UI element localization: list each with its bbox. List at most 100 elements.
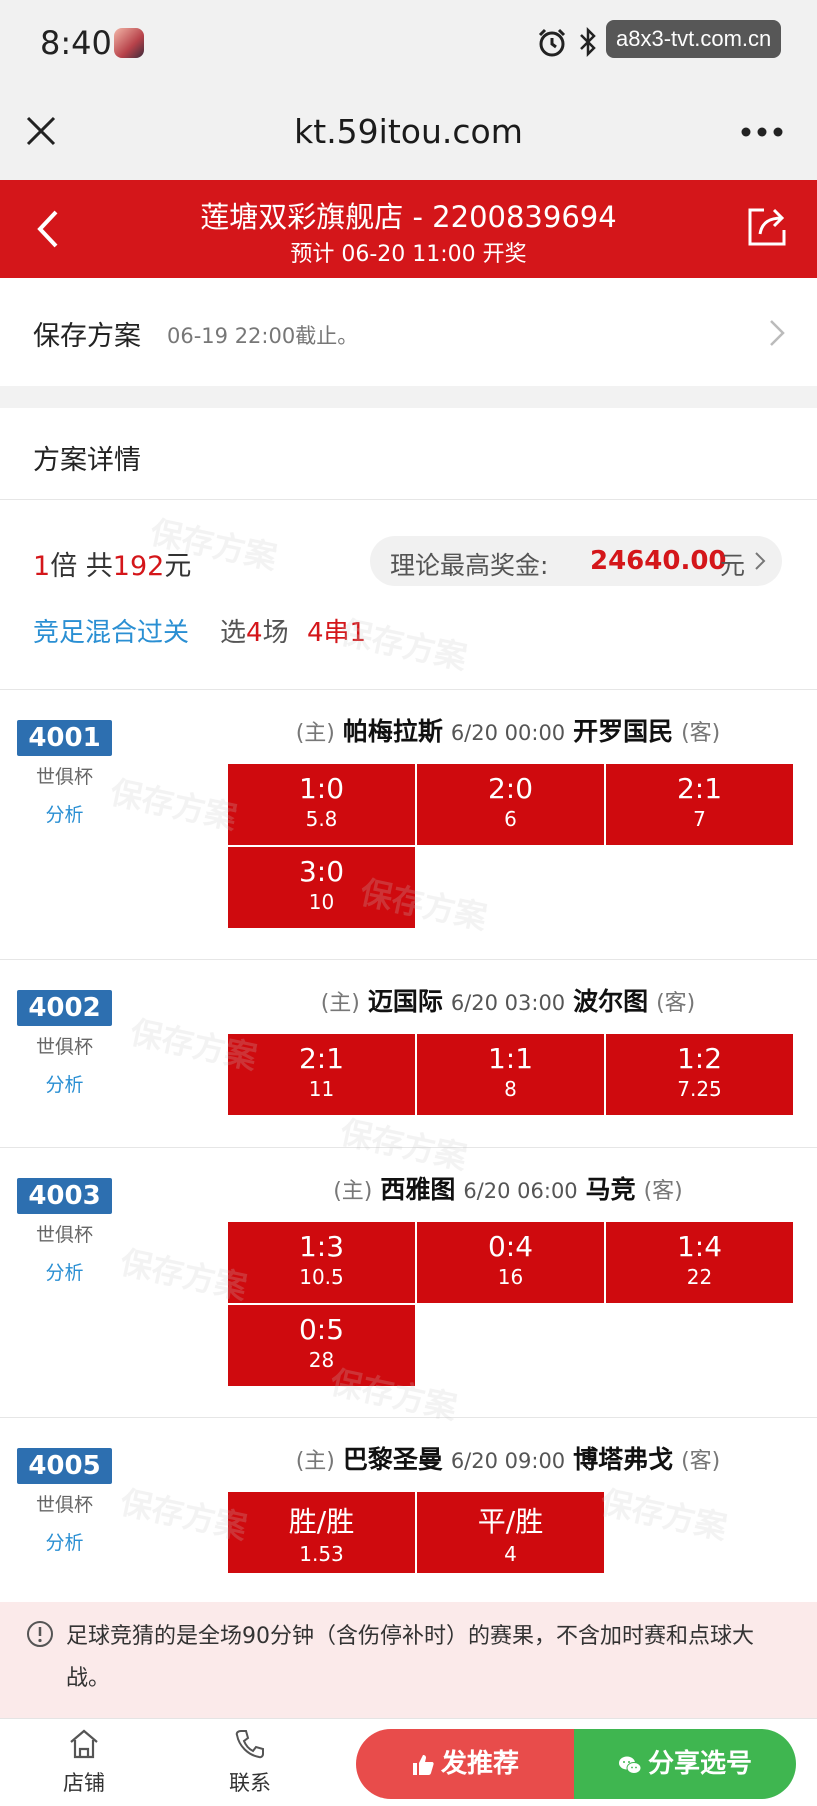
share-icon[interactable]: [744, 204, 790, 250]
home-team: 帕梅拉斯: [342, 717, 443, 746]
odds-result: 1:2: [676, 1042, 723, 1075]
match-card: 4005 世俱杯 分析 (主) 巴黎圣曼 6/20 09:00 博塔弗戈 (客)…: [0, 1418, 817, 1602]
away-team: 开罗国民: [573, 717, 674, 746]
page-title: 莲塘双彩旗舰店 - 2200839694: [200, 200, 617, 234]
kickoff-time: 6/20 06:00: [463, 1179, 578, 1203]
odds-cell[interactable]: 1:0 5.8: [228, 764, 415, 845]
odds-result: 1:4: [676, 1230, 723, 1263]
league-name: 世俱杯: [35, 766, 93, 788]
analysis-link[interactable]: 分析: [17, 1528, 112, 1555]
odds-value: 5.8: [305, 807, 338, 831]
away-team: 波尔图: [573, 987, 649, 1016]
total-amount: 192: [112, 551, 165, 582]
nav-store[interactable]: 店铺: [44, 1727, 124, 1797]
multiplier-total: 1倍 共192元: [33, 544, 191, 583]
match-teams: (主) 帕梅拉斯 6/20 00:00 开罗国民 (客): [228, 712, 788, 748]
match-number: 4005: [17, 1448, 112, 1484]
max-prize-pill[interactable]: 理论最高奖金: 24640.00 元: [370, 536, 782, 586]
odds-value: 4: [504, 1542, 517, 1566]
odds-cell[interactable]: 平/胜 4: [417, 1492, 604, 1573]
store-icon: [70, 1729, 98, 1759]
wechat-icon: [618, 1756, 642, 1774]
odds-cell[interactable]: 胜/胜 1.53: [228, 1492, 415, 1573]
league-name: 世俱杯: [35, 1036, 93, 1058]
home-team: 巴黎圣曼: [342, 1445, 443, 1474]
nav-store-label: 店铺: [63, 1771, 105, 1795]
odds-result: 3:0: [298, 855, 345, 888]
odds-value: 10.5: [299, 1265, 344, 1289]
alarm-icon: [538, 28, 566, 57]
draw-time: 预计 06-20 11:00 开奖: [290, 242, 527, 267]
odds-cell[interactable]: 1:3 10.5: [228, 1222, 415, 1303]
analysis-link[interactable]: 分析: [17, 800, 112, 827]
odds-cell[interactable]: 0:4 16: [417, 1222, 604, 1303]
odds-cell[interactable]: 3:0 10: [228, 847, 415, 928]
odds-result: 0:5: [298, 1313, 345, 1346]
odds-result: 2:1: [676, 772, 723, 805]
save-deadline: 06-19 22:00截止。: [167, 324, 359, 348]
away-tag: (客): [681, 721, 721, 746]
recommend-button[interactable]: 发推荐: [356, 1729, 574, 1799]
rules-notice: 足球竞猜的是全场90分钟（含伤停补时）的赛果，不含加时赛和点球大战。: [0, 1602, 817, 1718]
league-name: 世俱杯: [35, 1494, 93, 1516]
nav-contact-label: 联系: [229, 1771, 271, 1795]
odds-grid: 1:0 5.8 2:0 6 2:1 7 3:0 10: [228, 764, 793, 928]
match-card: 4001 世俱杯 分析 (主) 帕梅拉斯 6/20 00:00 开罗国民 (客)…: [0, 690, 817, 960]
pick-number: 4: [246, 618, 263, 648]
plan-detail-label: 方案详情: [33, 445, 141, 476]
notification-avatar-icon: [114, 28, 144, 58]
bottom-bar: 店铺 联系 发推荐 分享选号: [0, 1718, 817, 1806]
home-tag: (主): [320, 991, 360, 1016]
odds-value: 1.53: [299, 1542, 344, 1566]
home-team: 西雅图: [380, 1175, 456, 1204]
pick-prefix: 选: [220, 618, 247, 648]
info-icon: [27, 1621, 53, 1647]
total-unit: 元: [164, 551, 192, 582]
odds-grid: 2:1 11 1:1 8 1:2 7.25: [228, 1034, 793, 1115]
match-card: 4003 世俱杯 分析 (主) 西雅图 6/20 06:00 马竞 (客) 1:…: [0, 1148, 817, 1418]
play-type: 竞足混合过关: [33, 618, 190, 648]
chevron-right-icon: [770, 320, 785, 346]
multiplier-unit: 倍 共: [50, 551, 113, 582]
away-team: 马竞: [585, 1175, 636, 1204]
save-plan-label: 保存方案: [33, 321, 141, 352]
thumbs-up-icon: [412, 1754, 434, 1775]
odds-value: 16: [497, 1265, 524, 1289]
odds-value: 7.25: [677, 1077, 722, 1101]
save-plan-row[interactable]: 保存方案 06-19 22:00截止。: [0, 278, 817, 386]
analysis-link[interactable]: 分析: [17, 1258, 112, 1285]
odds-cell[interactable]: 1:4 22: [606, 1222, 793, 1303]
kickoff-time: 6/20 00:00: [450, 721, 566, 745]
odds-cell[interactable]: 1:2 7.25: [606, 1034, 793, 1115]
odds-cell[interactable]: 2:0 6: [417, 764, 604, 845]
clock: 8:40: [40, 24, 112, 62]
odds-result: 2:0: [487, 772, 534, 805]
odds-cell[interactable]: 2:1 7: [606, 764, 793, 845]
odds-cell[interactable]: 2:1 11: [228, 1034, 415, 1115]
share-picks-button[interactable]: 分享选号: [574, 1729, 796, 1799]
more-icon[interactable]: [740, 126, 784, 138]
match-teams: (主) 迈国际 6/20 03:00 波尔图 (客): [228, 982, 788, 1018]
browser-bar: kt.59itou.com: [0, 88, 817, 180]
chevron-right-icon: [755, 552, 766, 570]
kickoff-time: 6/20 09:00: [450, 1449, 566, 1473]
match-teams: (主) 西雅图 6/20 06:00 马竞 (客): [228, 1170, 788, 1206]
max-prize-unit: 元: [720, 551, 746, 580]
nav-contact[interactable]: 联系: [210, 1727, 290, 1797]
odds-result: 2:1: [298, 1042, 345, 1075]
recommend-label: 发推荐: [440, 1749, 519, 1779]
home-team: 迈国际: [367, 987, 443, 1016]
pick-count: 选4场: [220, 612, 289, 649]
odds-cell[interactable]: 0:5 28: [228, 1305, 415, 1386]
max-prize-amount: 24640.00: [590, 546, 727, 576]
notice-text: 足球竞猜的是全场90分钟（含伤停补时）的赛果，不含加时赛和点球大战。: [66, 1624, 754, 1691]
odds-value: 10: [308, 890, 335, 914]
watermark-url: a8x3-tvt.com.cn: [606, 20, 782, 58]
odds-value: 11: [308, 1077, 335, 1101]
analysis-link[interactable]: 分析: [17, 1070, 112, 1097]
odds-result: 0:4: [487, 1230, 534, 1263]
match-number: 4001: [17, 720, 112, 756]
odds-cell[interactable]: 1:1 8: [417, 1034, 604, 1115]
status-bar: 8:40 a8x3-tvt.com.cn: [0, 0, 817, 88]
kickoff-time: 6/20 03:00: [450, 991, 566, 1015]
